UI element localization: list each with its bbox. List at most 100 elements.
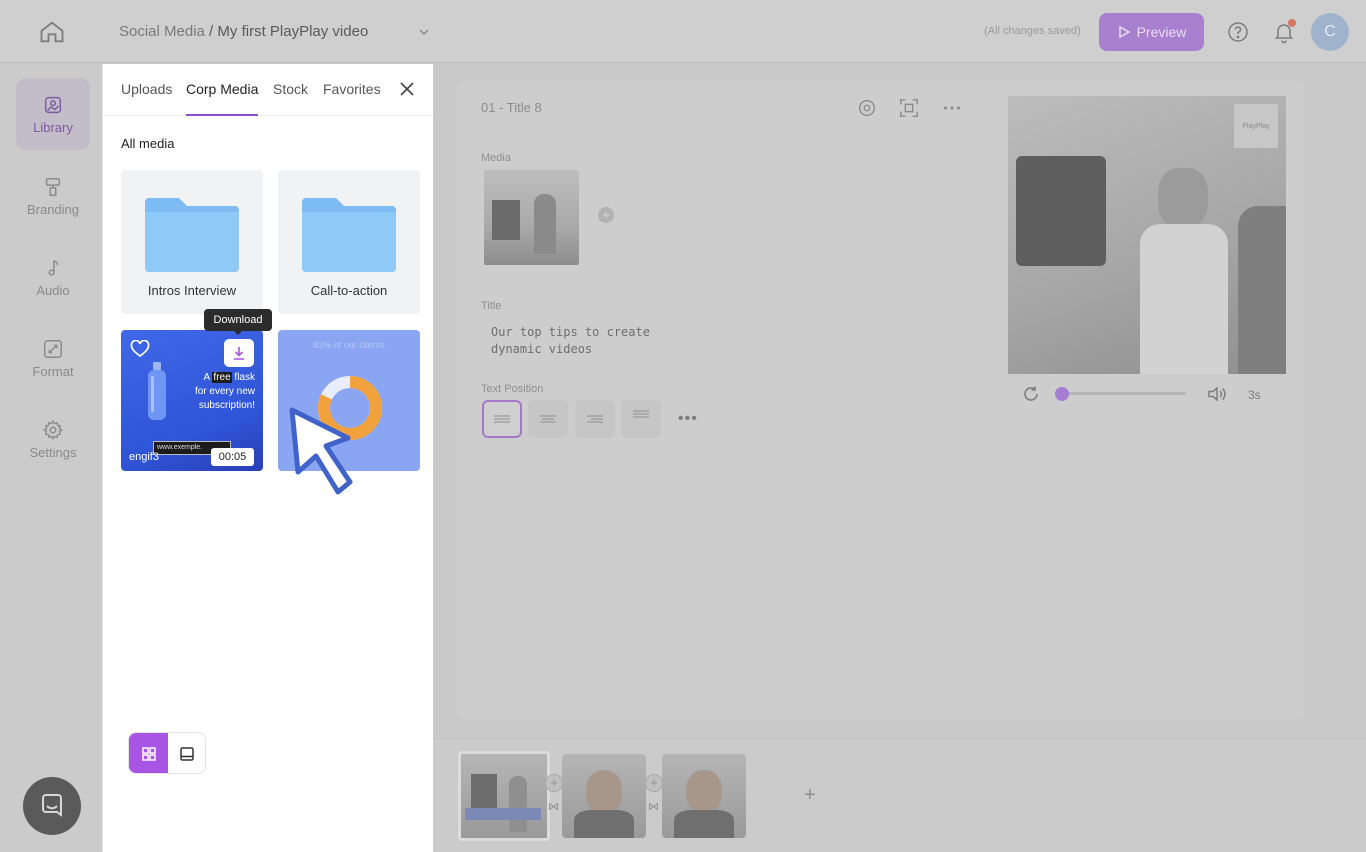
add-transition-icon[interactable]: + — [645, 774, 663, 792]
avatar[interactable]: C — [1311, 13, 1349, 51]
video-preview[interactable]: PlayPlay — [1008, 96, 1286, 374]
notification-dot — [1288, 19, 1296, 27]
project-name[interactable]: My first PlayPlay video — [217, 23, 368, 40]
replay-icon[interactable] — [1022, 385, 1040, 403]
list-view-button[interactable] — [168, 733, 205, 773]
folder-call-to-action[interactable]: Call-to-action — [278, 170, 420, 314]
align-right-icon — [587, 415, 603, 423]
promo-text-line3: subscription! — [198, 400, 255, 411]
title-label: Title — [481, 300, 502, 312]
align-top-icon — [633, 410, 649, 418]
download-tooltip: Download — [204, 309, 272, 335]
tab-corp-media[interactable]: Corp Media — [186, 81, 258, 97]
title-line2: dynamic videos — [491, 342, 593, 356]
title-line1: Our top tips to create — [491, 325, 650, 339]
list-view-icon — [180, 747, 194, 761]
tab-uploads[interactable]: Uploads — [121, 81, 172, 97]
fullscreen-icon[interactable] — [898, 97, 920, 119]
transition-icon[interactable]: ⋈ — [548, 800, 559, 813]
scene-thumbnail-1[interactable] — [458, 751, 550, 841]
sidebar-item-library[interactable]: Library — [16, 78, 90, 150]
flask-promo-text: A free flask for every new subscription! — [165, 371, 255, 413]
align-left-icon — [494, 415, 510, 423]
heart-icon[interactable] — [130, 340, 150, 358]
playback-scrubber[interactable] — [1062, 392, 1186, 395]
playplay-logo: PlayPlay — [1234, 104, 1278, 148]
gear-icon[interactable] — [856, 97, 878, 119]
folder-label: Intros Interview — [147, 283, 237, 298]
paint-roller-icon — [45, 177, 61, 196]
person-face — [686, 770, 722, 814]
text-position-top[interactable] — [621, 400, 661, 438]
active-tab-indicator — [186, 114, 258, 116]
scene-media-thumbnail[interactable] — [484, 170, 579, 265]
person-body — [574, 810, 634, 838]
chevron-down-icon[interactable] — [416, 24, 432, 40]
add-transition-icon[interactable]: + — [545, 774, 563, 792]
play-icon — [1118, 25, 1131, 39]
promo-text-suffix: flask — [231, 372, 255, 383]
folder-intros-interview[interactable]: Intros Interview — [121, 170, 263, 314]
promo-text-highlight: free — [212, 372, 232, 383]
preview-label: Preview — [1136, 24, 1187, 40]
left-nav: Library Branding Audio Format Settings — [0, 64, 102, 852]
chat-support-button[interactable] — [23, 777, 81, 835]
add-scene-button[interactable]: + — [804, 784, 816, 807]
media-label: Media — [481, 152, 511, 164]
home-icon[interactable] — [38, 18, 66, 46]
image-icon — [44, 96, 62, 113]
text-position-left[interactable] — [482, 400, 522, 438]
sidebar-item-label: Library — [33, 119, 73, 135]
sidebar-item-label: Settings — [29, 444, 77, 460]
tab-stock[interactable]: Stock — [273, 81, 308, 97]
pointer-cursor-icon — [289, 407, 353, 495]
text-position-label: Text Position — [481, 383, 544, 395]
scene-title: 01 - Title 8 — [481, 100, 542, 115]
scrubber-handle[interactable] — [1055, 387, 1069, 401]
breadcrumb-folder[interactable]: Social Media — [119, 23, 205, 40]
chart-caption: 82% of our clients — [313, 340, 385, 350]
help-icon[interactable] — [1226, 20, 1250, 44]
grid-icon — [141, 747, 156, 761]
duration-badge: 00:05 — [211, 448, 254, 466]
person-face — [586, 770, 622, 814]
person-body — [674, 810, 734, 838]
resize-icon — [44, 339, 62, 358]
scene-thumbnail-2[interactable] — [562, 754, 646, 838]
sidebar-item-branding[interactable]: Branding — [16, 160, 90, 232]
transition-icon[interactable]: ⋈ — [648, 800, 659, 813]
tab-favorites[interactable]: Favorites — [323, 81, 381, 97]
scene-thumbnail-3[interactable] — [662, 754, 746, 838]
gear-icon — [42, 419, 64, 440]
folder-label: Call-to-action — [310, 283, 388, 298]
download-icon — [234, 347, 244, 360]
sidebar-item-format[interactable]: Format — [16, 322, 90, 394]
volume-icon[interactable] — [1207, 385, 1226, 403]
thumbnail-caption-bar — [465, 808, 541, 820]
title-input[interactable]: Our top tips to create dynamic videos — [491, 324, 650, 358]
media-name: engif3 — [129, 451, 159, 463]
close-icon[interactable] — [398, 80, 416, 98]
folder-icon — [145, 198, 239, 272]
text-position-center[interactable] — [528, 400, 568, 438]
text-position-right[interactable] — [575, 400, 615, 438]
scene-duration: 3s — [1248, 388, 1261, 402]
add-media-icon[interactable]: + — [598, 207, 614, 223]
save-status: (All changes saved) — [984, 25, 1081, 37]
preview-button[interactable]: Preview — [1099, 13, 1204, 51]
sidebar-item-label: Audio — [36, 282, 70, 298]
section-title: All media — [121, 136, 175, 151]
music-note-icon — [48, 259, 59, 276]
grid-view-button[interactable] — [129, 733, 168, 773]
download-button[interactable] — [224, 339, 254, 367]
sidebar-item-settings[interactable]: Settings — [16, 403, 90, 475]
sidebar-item-audio[interactable]: Audio — [16, 241, 90, 313]
more-options-icon[interactable] — [941, 97, 963, 119]
sidebar-item-label: Format — [32, 363, 74, 379]
media-card-engif3[interactable]: A free flask for every new subscription!… — [121, 330, 263, 471]
breadcrumb[interactable]: Social Media / My first PlayPlay video — [119, 23, 368, 40]
top-bar: Social Media / My first PlayPlay video (… — [0, 0, 1366, 63]
media-tabs: Uploads Corp Media Stock Favorites — [103, 64, 434, 116]
more-positions-icon[interactable]: ••• — [678, 410, 698, 428]
breadcrumb-separator: / — [204, 23, 218, 40]
